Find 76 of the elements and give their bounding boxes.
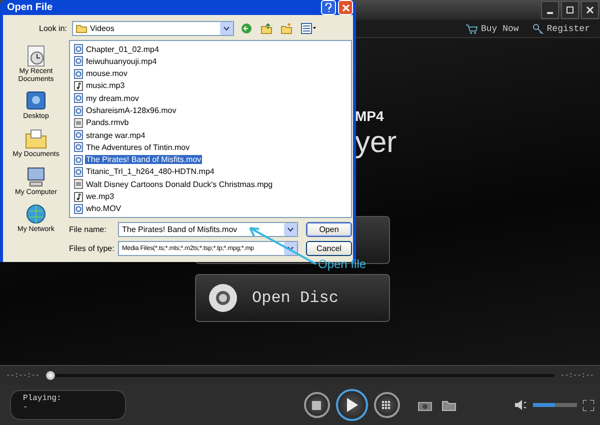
file-item[interactable]: music.mp3 <box>85 81 126 90</box>
video-file-icon <box>74 130 83 140</box>
maximize-button[interactable] <box>561 1 579 19</box>
stop-icon <box>312 400 321 410</box>
seek-thumb[interactable] <box>46 371 55 380</box>
look-in-label: Look in: <box>39 24 68 32</box>
back-button[interactable] <box>239 20 254 36</box>
field-label: Files of type: <box>69 244 115 253</box>
folder-icon <box>442 400 456 410</box>
play-icon <box>346 398 358 412</box>
new-folder-icon <box>281 22 292 34</box>
key-icon <box>532 24 544 34</box>
help-button[interactable] <box>321 0 336 15</box>
speaker-icon <box>515 400 527 410</box>
grid-icon <box>382 400 391 410</box>
fullscreen-icon[interactable] <box>583 400 594 410</box>
disc-icon <box>208 283 238 313</box>
video-file-icon <box>74 68 83 79</box>
file-item[interactable]: strange war.mp4 <box>85 130 146 140</box>
video-file-icon <box>74 142 83 152</box>
up-folder-button[interactable] <box>259 20 274 36</box>
look-in-dropdown[interactable]: Videos <box>72 20 234 36</box>
video-file-icon <box>74 106 83 116</box>
network-globe-icon <box>24 202 48 226</box>
maximize-icon <box>566 6 574 14</box>
file-item[interactable]: who.MOV <box>85 204 122 214</box>
music-file-icon <box>74 192 83 202</box>
open-button[interactable]: Open <box>306 222 352 237</box>
close-button[interactable] <box>581 1 599 19</box>
file-item[interactable]: Chapter_01_02.mp4 <box>85 44 160 54</box>
toolbar-link[interactable]: Register <box>530 24 592 34</box>
logo-title: yer <box>355 126 398 160</box>
file-item[interactable]: mouse.mov <box>85 69 128 78</box>
question-mark-icon <box>325 3 332 12</box>
file-item[interactable]: The Adventures of Tintin.mov <box>85 142 191 152</box>
file-item[interactable]: OshareismA-128x96.mov <box>85 106 178 116</box>
close-icon <box>586 6 594 14</box>
media-file-icon <box>74 118 83 128</box>
video-file-icon <box>74 204 83 214</box>
seek-slider[interactable] <box>46 371 554 380</box>
toolbar-link[interactable]: Buy Now <box>464 24 521 34</box>
up-folder-icon <box>261 22 272 34</box>
file-name-field[interactable]: The Pirates! Band of Misfits.mov <box>118 222 298 237</box>
file-item[interactable]: Titanic_Trl_1_h264_480-HDTN.mp4 <box>85 167 216 176</box>
video-file-icon <box>74 166 83 177</box>
media-file-icon <box>74 179 83 190</box>
file-item[interactable]: Walt Disney Cartoons Donald Duck's Christmas.mpg <box>85 180 274 189</box>
logo-text: MP4 <box>355 108 385 124</box>
video-file-icon <box>74 93 83 104</box>
video-file-icon <box>74 56 83 66</box>
folder-icon <box>24 127 48 152</box>
video-file-icon <box>74 44 83 54</box>
music-file-icon <box>74 80 83 91</box>
minimize-button[interactable] <box>541 1 559 19</box>
play-button[interactable] <box>336 389 368 421</box>
status-value: - <box>23 403 29 412</box>
volume-track[interactable] <box>533 403 577 407</box>
close-icon <box>342 4 350 12</box>
cancel-button[interactable]: Cancel <box>306 241 352 256</box>
list-view-icon <box>301 22 316 34</box>
file-item[interactable]: Pands.rmvb <box>85 118 130 128</box>
camera-icon <box>418 400 432 410</box>
video-file-icon <box>74 154 83 165</box>
menu-button[interactable] <box>374 392 400 418</box>
field-label: File name: <box>69 225 108 234</box>
file-item[interactable]: we.mp3 <box>85 192 116 202</box>
dialog-title: Open File <box>7 2 53 13</box>
view-menu-button[interactable] <box>299 20 318 36</box>
folder-icon <box>76 24 88 32</box>
file-item[interactable]: my dream.mov <box>85 94 140 103</box>
file-item[interactable]: feiwuhuanyouji.mp4 <box>85 56 158 66</box>
cart-icon <box>466 24 478 34</box>
status-label: Playing: <box>23 394 62 403</box>
open-disc-button[interactable]: Open Disc <box>195 274 390 322</box>
stop-button[interactable] <box>304 392 330 418</box>
file-item[interactable]: The Pirates! Band of Misfits.mov <box>85 155 202 164</box>
